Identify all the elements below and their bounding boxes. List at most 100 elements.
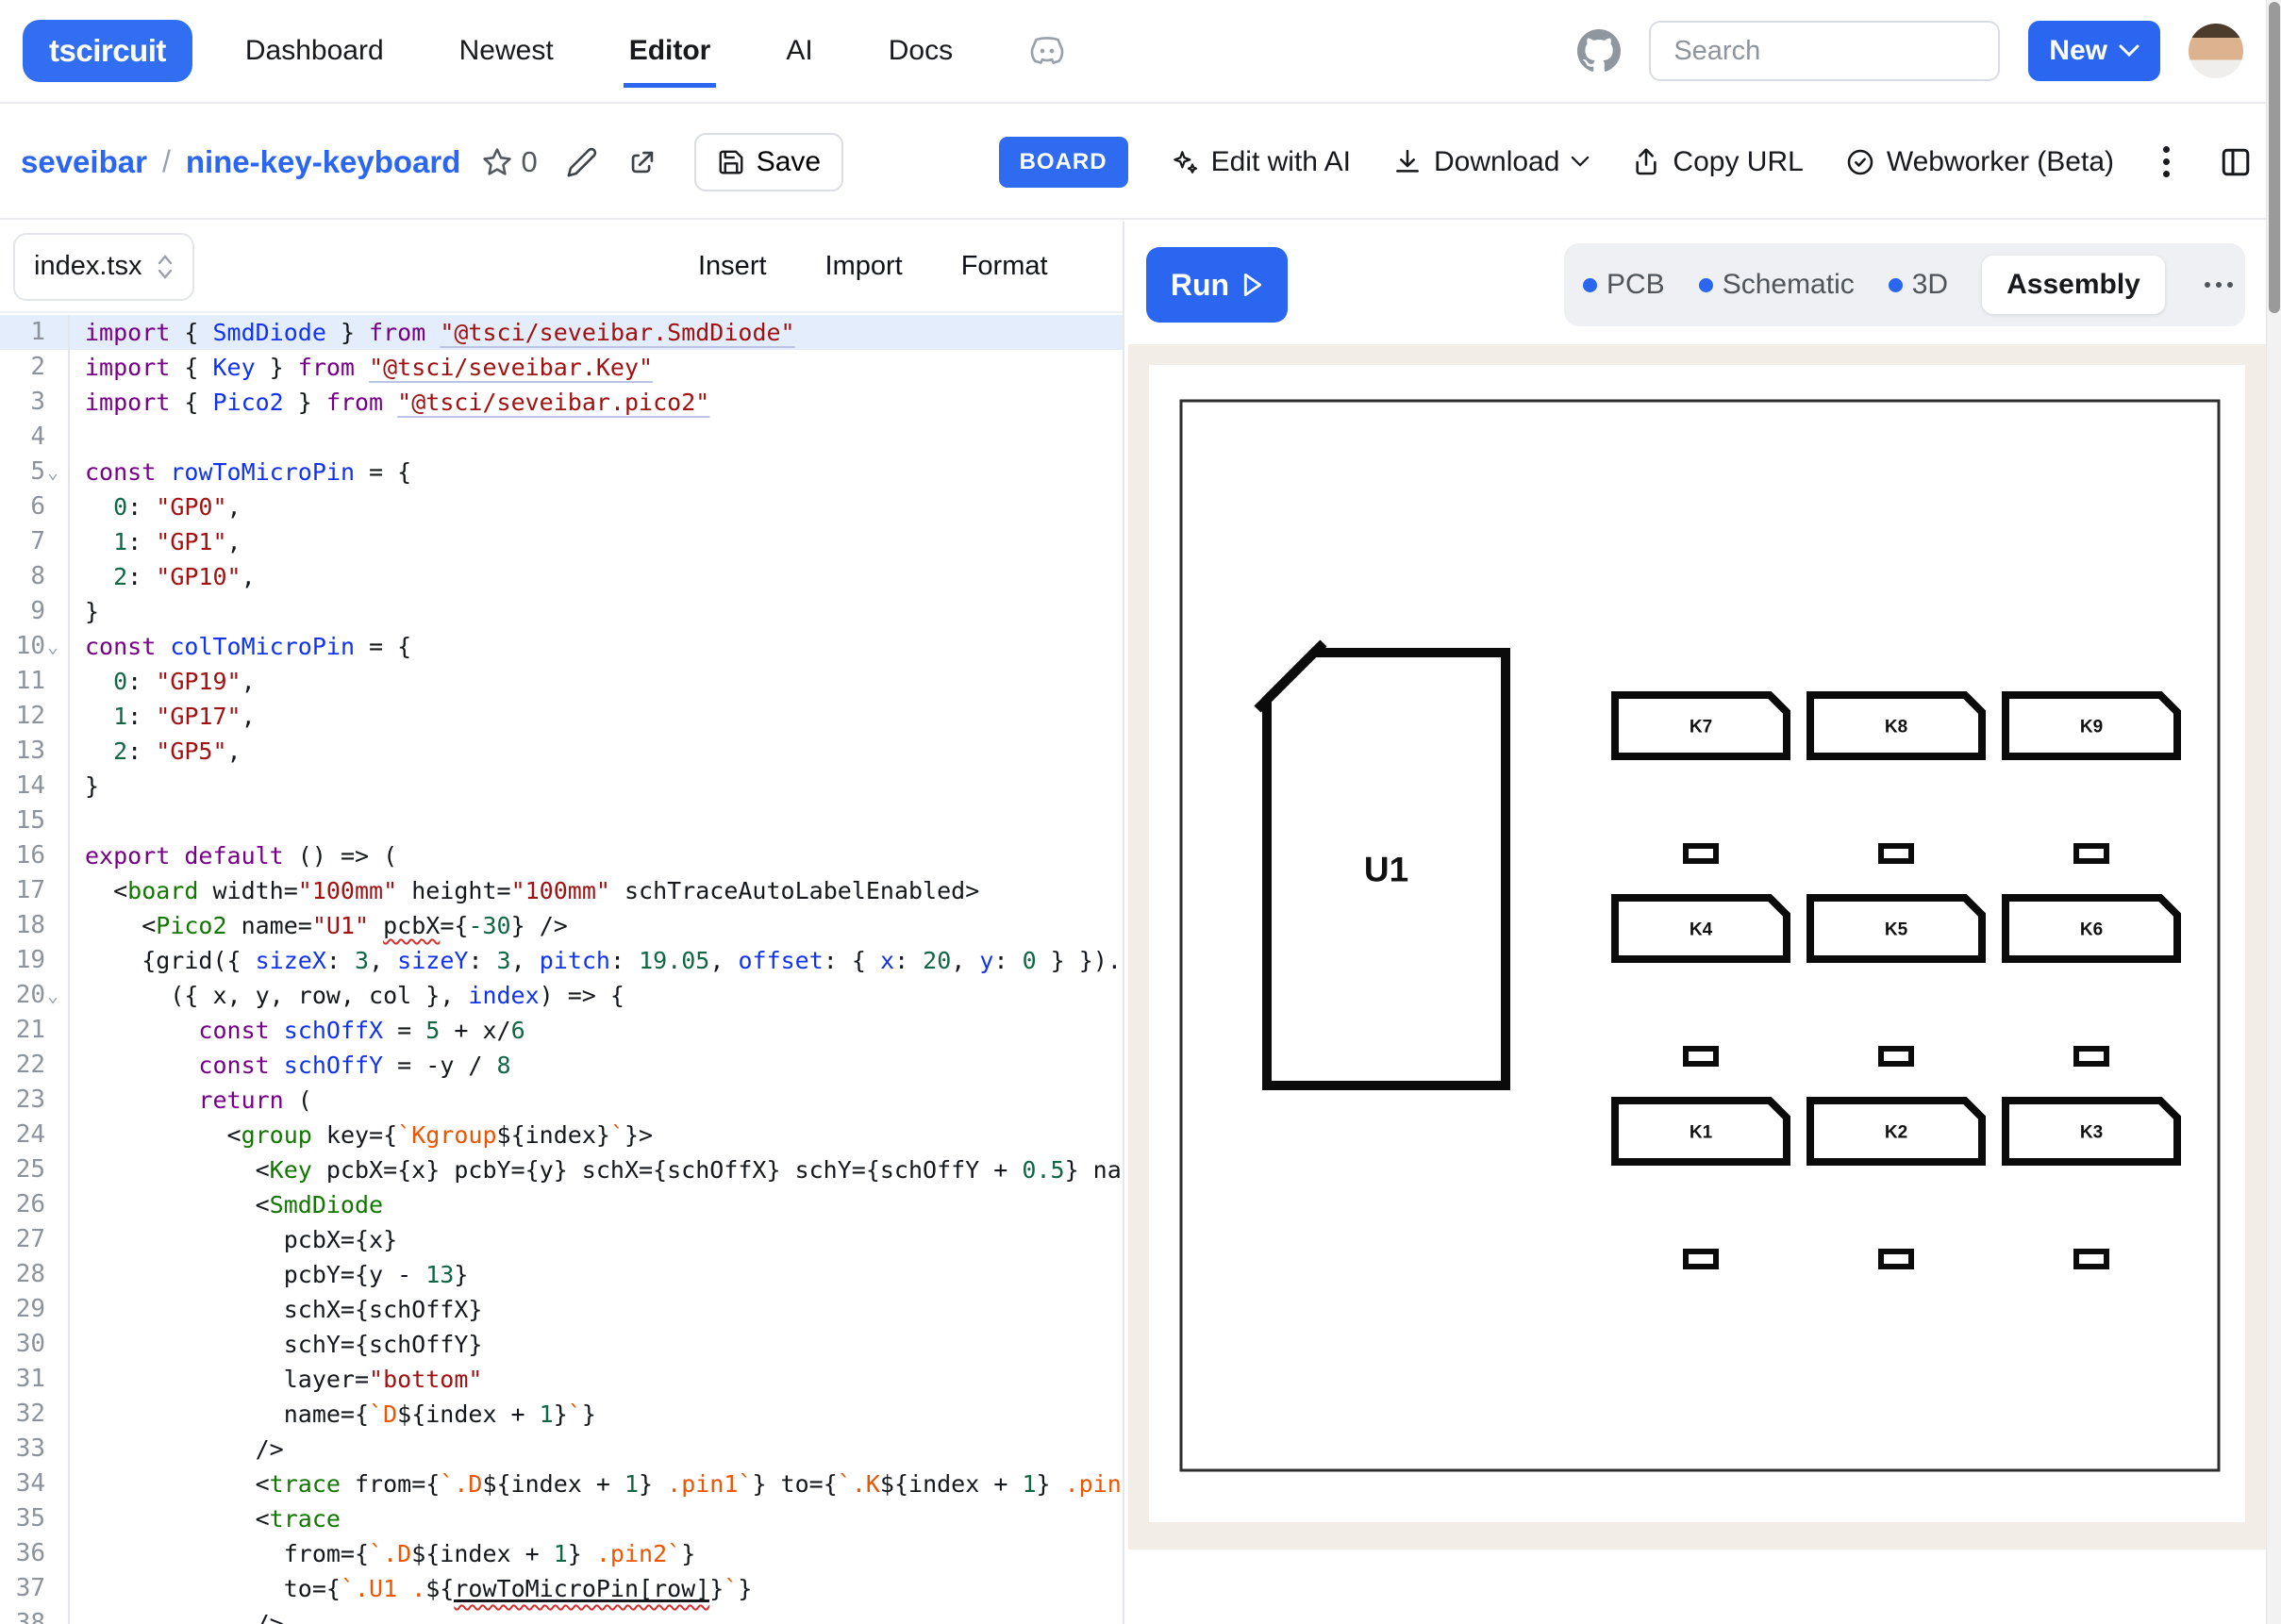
code-line[interactable]: 28 pcbY={y - 13}	[0, 1257, 1123, 1292]
diode[interactable]	[1686, 1049, 1716, 1064]
tab-dot-icon	[1583, 278, 1597, 292]
diode[interactable]	[1881, 846, 1911, 861]
code-line[interactable]: 34 <trace from={`.D${index + 1} .pin1`} …	[0, 1467, 1123, 1501]
github-icon[interactable]	[1577, 29, 1621, 73]
new-button[interactable]: New	[2028, 21, 2160, 81]
diode[interactable]	[1686, 1251, 1716, 1267]
top-navbar: tscircuit Dashboard Newest Editor AI Doc…	[0, 0, 2281, 104]
view-tab-3d[interactable]: 3D	[1889, 269, 1948, 301]
code-line[interactable]: 15	[0, 804, 1123, 838]
fold-chevron-icon[interactable]: ⌄	[47, 978, 58, 1013]
code-line[interactable]: 26 <SmdDiode	[0, 1187, 1123, 1222]
diode[interactable]	[2076, 1049, 2106, 1064]
code-line[interactable]: 31 layer="bottom"	[0, 1362, 1123, 1397]
code-line[interactable]: 4	[0, 420, 1123, 455]
code-line[interactable]: 2import { Key } from "@tsci/seveibar.Key…	[0, 350, 1123, 385]
edit-with-ai-button[interactable]: Edit with AI	[1170, 146, 1351, 178]
code-line[interactable]: 24 <group key={`Kgroup${index}`}>	[0, 1118, 1123, 1152]
code-line[interactable]: 8 2: "GP10",	[0, 559, 1123, 594]
download-button[interactable]: Download	[1392, 146, 1590, 178]
code-line[interactable]: 1import { SmdDiode } from "@tsci/seveiba…	[0, 315, 1123, 350]
view-tab-schematic[interactable]: Schematic	[1699, 269, 1855, 301]
nav-item-dashboard[interactable]: Dashboard	[245, 35, 384, 67]
code-line[interactable]: 19 {grid({ sizeX: 3, sizeY: 3, pitch: 19…	[0, 943, 1123, 978]
line-number: 28	[0, 1257, 45, 1292]
code-line[interactable]: 29 schX={schOffX}	[0, 1292, 1123, 1327]
nav-item-docs[interactable]: Docs	[889, 35, 953, 67]
code-line[interactable]: 20⌄ ({ x, y, row, col }, index) => {	[0, 978, 1123, 1013]
key-label: K9	[2080, 718, 2103, 737]
share-icon[interactable]	[626, 146, 658, 178]
code-line[interactable]: 17 <board width="100mm" height="100mm" s…	[0, 873, 1123, 908]
code-line[interactable]: 30 schY={schOffY}	[0, 1327, 1123, 1362]
preview-toolbar: Run PCB Schematic 3D Assembly	[1124, 222, 2266, 344]
view-tab-assembly[interactable]: Assembly	[1982, 256, 2165, 314]
avatar[interactable]	[2189, 24, 2243, 78]
code-line[interactable]: 10⌄const colToMicroPin = {	[0, 629, 1123, 664]
code-line[interactable]: 23 return (	[0, 1083, 1123, 1118]
code-line[interactable]: 38 />	[0, 1606, 1123, 1624]
code-editor[interactable]: 1import { SmdDiode } from "@tsci/seveiba…	[0, 315, 1123, 1624]
copy-url-button[interactable]: Copy URL	[1631, 146, 1803, 178]
code-line[interactable]: 14}	[0, 769, 1123, 804]
code-line[interactable]: 37 to={`.U1 .${rowToMicroPin[row]}`}	[0, 1571, 1123, 1606]
code-line[interactable]: 21 const schOffX = 5 + x/6	[0, 1013, 1123, 1048]
diode[interactable]	[2076, 1251, 2106, 1267]
save-icon	[717, 148, 745, 176]
code-line[interactable]: 12 1: "GP17",	[0, 699, 1123, 734]
code-line[interactable]: 7 1: "GP1",	[0, 524, 1123, 559]
code-text: pcbX={x}	[85, 1222, 397, 1257]
code-line[interactable]: 25 <Key pcbX={x} pcbY={y} schX={schOffX}…	[0, 1152, 1123, 1187]
code-line[interactable]: 27 pcbX={x}	[0, 1222, 1123, 1257]
tscircuit-logo[interactable]: tscircuit	[23, 20, 192, 82]
code-line[interactable]: 3import { Pico2 } from "@tsci/seveibar.p…	[0, 385, 1123, 420]
nav-item-editor[interactable]: Editor	[629, 35, 711, 67]
view-tab-pcb[interactable]: PCB	[1583, 269, 1665, 301]
code-text: import { Key } from "@tsci/seveibar.Key"	[85, 350, 653, 385]
code-line[interactable]: 13 2: "GP5",	[0, 734, 1123, 769]
webworker-toggle[interactable]: Webworker (Beta)	[1845, 146, 2114, 178]
diode[interactable]	[1881, 1251, 1911, 1267]
nav-item-newest[interactable]: Newest	[459, 35, 554, 67]
code-line[interactable]: 16export default () => (	[0, 838, 1123, 873]
diode[interactable]	[2076, 846, 2106, 861]
menu-import[interactable]: Import	[825, 251, 903, 282]
board-badge[interactable]: BOARD	[999, 137, 1128, 188]
assembly-canvas[interactable]: U1K7K8K9K4K5K6K1K2K3	[1149, 365, 2245, 1522]
code-line[interactable]: 5⌄const rowToMicroPin = {	[0, 455, 1123, 489]
code-text: <Key pcbX={x} pcbY={y} schX={schOffX} sc…	[85, 1152, 1123, 1187]
rename-pencil-icon[interactable]	[566, 146, 598, 178]
columns-layout-icon[interactable]	[2219, 145, 2253, 179]
fold-chevron-icon[interactable]: ⌄	[47, 629, 58, 664]
breadcrumb-project[interactable]: nine-key-keyboard	[186, 144, 461, 180]
run-button[interactable]: Run	[1146, 247, 1288, 323]
code-line[interactable]: 18 <Pico2 name="U1" pcbX={-30} />	[0, 908, 1123, 943]
discord-icon[interactable]	[1028, 35, 1066, 67]
code-text: <trace	[85, 1501, 341, 1536]
code-line[interactable]: 35 <trace	[0, 1501, 1123, 1536]
ellipsis-icon[interactable]	[2199, 276, 2239, 293]
tab-dot-icon	[1699, 278, 1713, 292]
menu-insert[interactable]: Insert	[698, 251, 767, 282]
code-line[interactable]: 22 const schOffY = -y / 8	[0, 1048, 1123, 1083]
code-line[interactable]: 33 />	[0, 1432, 1123, 1467]
page-scrollbar[interactable]	[2266, 0, 2281, 1624]
breadcrumb-owner[interactable]: seveibar	[21, 144, 147, 180]
nav-item-ai[interactable]: AI	[786, 35, 812, 67]
scrollbar-thumb[interactable]	[2269, 2, 2280, 313]
fold-chevron-icon[interactable]: ⌄	[47, 455, 58, 489]
diode[interactable]	[1686, 846, 1716, 861]
file-selector[interactable]: index.tsx	[13, 233, 194, 301]
line-number: 7	[0, 524, 45, 559]
code-line[interactable]: 32 name={`D${index + 1}`}	[0, 1397, 1123, 1432]
diode[interactable]	[1881, 1049, 1911, 1064]
save-button[interactable]: Save	[694, 133, 843, 191]
code-line[interactable]: 36 from={`.D${index + 1} .pin2`}	[0, 1536, 1123, 1571]
star-button[interactable]: 0	[481, 145, 537, 179]
code-line[interactable]: 6 0: "GP0",	[0, 489, 1123, 524]
code-line[interactable]: 11 0: "GP19",	[0, 664, 1123, 699]
menu-format[interactable]: Format	[961, 251, 1048, 282]
code-line[interactable]: 9}	[0, 594, 1123, 629]
search-input[interactable]	[1649, 21, 2000, 81]
kebab-menu-icon[interactable]	[2156, 142, 2177, 181]
